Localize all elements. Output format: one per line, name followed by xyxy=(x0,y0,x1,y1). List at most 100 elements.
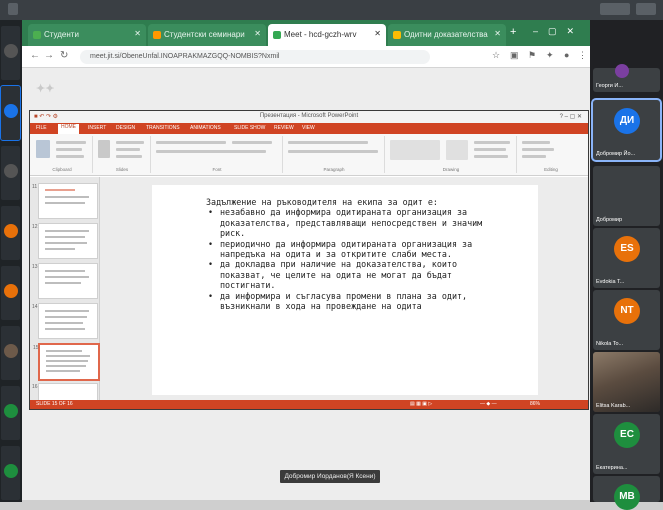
tab-favicon-icon xyxy=(153,31,161,39)
avatar xyxy=(615,64,629,78)
ribbon-group-label: Font xyxy=(212,167,222,172)
participant-name: Evdokia T... xyxy=(596,279,625,285)
slide-canvas: Задължение на ръководителя на екипа за о… xyxy=(100,177,588,401)
slide-body[interactable]: Задължение на ръководителя на екипа за о… xyxy=(206,197,496,311)
bookmark-icon[interactable]: ⚑ xyxy=(528,50,536,61)
ribbon-tab-view[interactable]: VIEW xyxy=(302,125,315,131)
slide-number: 15 xyxy=(33,345,39,351)
participant-tile[interactable] xyxy=(1,446,20,500)
paste-icon[interactable] xyxy=(36,140,50,158)
slide-thumbnail-pane: 11 12 13 14 15 16 xyxy=(30,177,100,401)
slide-thumbnail[interactable]: 12 xyxy=(32,223,98,259)
ribbon-tab-slideshow[interactable]: SLIDE SHOW xyxy=(234,125,265,131)
participant-name: Elitsa Karab... xyxy=(596,403,631,409)
notes-icon[interactable]: ▤ ▦ ▣ ▷ xyxy=(410,401,432,407)
ribbon-tab-transitions[interactable]: TRANSITIONS xyxy=(146,125,180,131)
back-icon[interactable]: ← xyxy=(30,50,40,61)
ribbon-tab-design[interactable]: DESIGN xyxy=(116,125,135,131)
browser-tab-active[interactable]: Meet - hcd-gczh-wrv ✕ xyxy=(268,24,386,46)
slide-number: 13 xyxy=(32,264,38,270)
close-icon[interactable]: ✕ xyxy=(494,29,501,38)
slide-thumbnail[interactable]: 13 xyxy=(32,263,98,299)
participant-tile[interactable] xyxy=(1,386,20,440)
participant-tile[interactable]: MB xyxy=(593,476,660,510)
browser-tab[interactable]: Одитни доказателства ✕ xyxy=(388,24,506,46)
slide-thumbnail[interactable]: 11 xyxy=(32,183,98,219)
ribbon-group-font: Font xyxy=(152,136,283,173)
browser-tab[interactable]: Студентски семинари ✕ xyxy=(148,24,266,46)
ribbon-tab-home[interactable]: HOME xyxy=(58,124,79,134)
ribbon-group-clipboard: Clipboard xyxy=(32,136,93,173)
participant-tile[interactable]: Георги И... xyxy=(593,64,660,92)
menu-icon[interactable]: ⋮ xyxy=(578,50,587,61)
ribbon-tab-insert[interactable]: INSERT xyxy=(88,125,106,131)
os-button[interactable] xyxy=(8,3,18,15)
participant-tile[interactable] xyxy=(1,326,20,380)
ribbon-group-label: Drawing xyxy=(442,167,460,172)
zoom-slider[interactable]: — ◆ — xyxy=(480,401,497,407)
participant-tile[interactable] xyxy=(1,26,20,80)
presenter-name-label: Добромир Иорданов(Я Ксени) xyxy=(280,470,380,483)
ribbon-group-label: Slides xyxy=(115,167,129,172)
ribbon-group-editing: Editing xyxy=(518,136,584,173)
participant-tile-video[interactable]: Elitsa Karab... xyxy=(593,352,660,412)
participant-name: Nikola To... xyxy=(596,341,624,347)
close-icon[interactable]: ✕ xyxy=(134,29,141,38)
slide-bullet: незабавно да информира одитираната орган… xyxy=(206,207,496,238)
new-slide-icon[interactable] xyxy=(98,140,110,158)
participant-tile-speaking[interactable]: ДИ Добромир Йо... xyxy=(591,98,662,162)
puzzle-icon[interactable]: ✦ xyxy=(546,50,554,61)
close-icon[interactable]: ✕ xyxy=(374,29,381,38)
participant-tile[interactable] xyxy=(1,266,20,320)
current-slide[interactable]: Задължение на ръководителя на екипа за о… xyxy=(152,185,538,395)
close-icon[interactable]: ✕ xyxy=(254,29,261,38)
new-tab-icon[interactable]: + xyxy=(510,26,516,38)
slide-thumbnail-selected[interactable]: 15 xyxy=(33,343,100,381)
meeting-logo-icon: ✦✦ xyxy=(36,83,55,95)
star-icon[interactable]: ☆ xyxy=(492,50,500,61)
tab-favicon-icon xyxy=(393,31,401,39)
ribbon-group-paragraph: Paragraph xyxy=(284,136,385,173)
slide-heading: Задължение на ръководителя на екипа за о… xyxy=(206,197,438,207)
left-participant-rail xyxy=(0,20,22,502)
slide-thumbnail[interactable]: 14 xyxy=(32,303,98,339)
participant-tile[interactable]: ES Evdokia T... xyxy=(593,228,660,288)
ribbon: Clipboard Slides Font Paragraph Drawing … xyxy=(30,134,588,176)
browser-tab[interactable]: Студенти ✕ xyxy=(28,24,146,46)
ppt-status-bar: SLIDE 15 OF 16 ▤ ▦ ▣ ▷ — ◆ — 86% xyxy=(30,400,588,409)
forward-icon[interactable]: → xyxy=(44,50,54,61)
participant-tile[interactable]: NT Nikola To... xyxy=(593,290,660,350)
ribbon-tab-file[interactable]: FILE xyxy=(36,125,47,131)
participant-tile[interactable]: Добромир xyxy=(593,166,660,226)
slide-number: 14 xyxy=(32,304,38,310)
avatar: ES xyxy=(614,236,640,262)
os-button[interactable] xyxy=(600,3,630,15)
participant-name: Добромир xyxy=(596,217,623,223)
os-button[interactable] xyxy=(636,3,656,15)
participant-tile[interactable] xyxy=(1,146,20,200)
quick-access-toolbar-icon[interactable]: ■ ↶ ↷ ⚙ xyxy=(34,113,58,120)
shapes-gallery[interactable] xyxy=(390,140,440,160)
extension-icon[interactable]: ▣ xyxy=(510,50,519,61)
slide-number: 16 xyxy=(32,384,38,390)
reload-icon[interactable]: ↻ xyxy=(60,50,68,61)
os-top-strip xyxy=(0,0,663,20)
participant-tile[interactable] xyxy=(0,85,21,141)
url-text: meet.jit.si/ObeneUnfal.INOAPRAKMAZGQQ-NO… xyxy=(90,53,280,60)
tab-label: Студентски семинари xyxy=(164,30,245,39)
arrange-icon[interactable] xyxy=(446,140,468,160)
ribbon-tab-review[interactable]: REVIEW xyxy=(274,125,294,131)
ribbon-group-label: Paragraph xyxy=(323,167,345,172)
slide-counter: SLIDE 15 OF 16 xyxy=(36,401,73,407)
url-input[interactable]: meet.jit.si/ObeneUnfal.INOAPRAKMAZGQQ-NO… xyxy=(80,50,430,64)
slide-thumbnail[interactable]: 16 xyxy=(32,383,98,401)
ribbon-tab-animations[interactable]: ANIMATIONS xyxy=(190,125,221,131)
tab-bar: Студенти ✕ Студентски семинари ✕ Meet - … xyxy=(22,20,590,46)
ppt-window-controls[interactable]: ? – ▢ ✕ xyxy=(560,113,582,120)
participant-tile[interactable]: EC Екатерина... xyxy=(593,414,660,474)
participant-tile[interactable] xyxy=(1,206,20,260)
avatar: NT xyxy=(614,298,640,324)
profile-icon[interactable]: ● xyxy=(564,50,569,60)
window-controls[interactable]: –▢✕ xyxy=(533,26,584,37)
ribbon-group-label: Clipboard xyxy=(52,167,72,172)
